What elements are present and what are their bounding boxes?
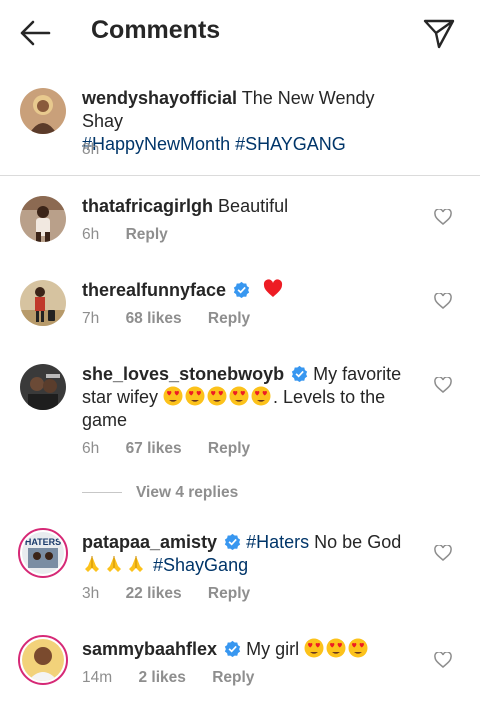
- heart-outline-icon: [434, 651, 452, 668]
- username[interactable]: patapaa_amisty: [82, 532, 217, 552]
- username[interactable]: sammybaahflex: [82, 639, 217, 659]
- like-button[interactable]: [434, 208, 452, 225]
- avatar[interactable]: [20, 196, 66, 242]
- post-caption: wendyshayofficial The New Wendy Shay #Ha…: [0, 80, 480, 175]
- heart-eyes-emoji-icon: [304, 638, 324, 658]
- comment-body-part: . Levels to the: [273, 387, 386, 407]
- heart-eyes-emoji-icon: [348, 638, 368, 658]
- comment-text: patapaa_amisty #Haters No be God #ShayGa…: [82, 531, 417, 577]
- avatar[interactable]: [20, 88, 66, 134]
- avatar-photo-icon: [20, 364, 66, 410]
- avatar[interactable]: [20, 280, 66, 326]
- header-bar: Comments: [0, 0, 480, 66]
- avatar[interactable]: HATERS: [18, 528, 68, 578]
- like-button[interactable]: [434, 292, 452, 309]
- verified-badge-icon: [224, 640, 241, 657]
- view-replies-button[interactable]: View 4 replies: [82, 484, 238, 504]
- like-button[interactable]: [434, 544, 452, 561]
- folded-hands-emoji-icon: [85, 556, 99, 572]
- heart-eyes-emoji-icon: [207, 386, 227, 406]
- paper-plane-icon: [423, 19, 455, 49]
- red-heart-icon: [263, 279, 283, 297]
- hashtag-link[interactable]: #ShayGang: [153, 555, 248, 575]
- heart-outline-icon: [434, 292, 452, 309]
- comment-body: Beautiful: [218, 196, 289, 216]
- comment-body-part: game: [82, 410, 128, 430]
- comment-meta: 3h 22 likes Reply: [82, 585, 272, 603]
- comment-meta: 14m 2 likes Reply: [82, 669, 276, 687]
- likes-count[interactable]: 68 likes: [126, 310, 182, 327]
- likes-count[interactable]: 22 likes: [126, 585, 182, 602]
- timestamp: 3h: [82, 585, 100, 602]
- avatar-logo-text: HATERS: [25, 537, 61, 547]
- avatar-photo-icon: HATERS: [22, 532, 64, 574]
- reply-button[interactable]: Reply: [126, 226, 168, 243]
- timestamp: 6h: [82, 226, 100, 243]
- username[interactable]: therealfunnyface: [82, 280, 226, 300]
- username[interactable]: thatafricagirlgh: [82, 196, 213, 216]
- verified-badge-icon: [233, 281, 250, 298]
- comment-text: thatafricagirlgh Beautiful: [82, 195, 417, 218]
- caption-meta: 8h: [82, 141, 121, 159]
- view-replies-label: View 4 replies: [136, 484, 239, 501]
- verified-badge-icon: [224, 533, 241, 550]
- arrow-left-icon: [20, 20, 51, 46]
- hashtag-link[interactable]: #Haters: [246, 532, 309, 552]
- divider: [82, 492, 122, 494]
- like-button[interactable]: [434, 376, 452, 393]
- comment-body: No be God: [314, 532, 402, 552]
- verified-badge-icon: [291, 365, 308, 382]
- username[interactable]: wendyshayofficial: [82, 88, 237, 108]
- page-title: Comments: [91, 16, 221, 44]
- timestamp: 6h: [82, 440, 100, 457]
- avatar-photo-icon: [20, 88, 66, 134]
- heart-outline-icon: [434, 376, 452, 393]
- comment-body: My girl: [246, 639, 300, 659]
- reply-button[interactable]: Reply: [212, 669, 254, 686]
- reply-button[interactable]: Reply: [208, 585, 250, 602]
- comment-text: sammybaahflex My girl: [82, 638, 417, 661]
- avatar-photo-icon: [22, 639, 64, 681]
- heart-eyes-emoji-icon: [251, 386, 271, 406]
- heart-eyes-emoji-icon: [185, 386, 205, 406]
- share-button[interactable]: [422, 16, 456, 50]
- heart-outline-icon: [434, 544, 452, 561]
- comment-meta: 6h Reply: [82, 226, 190, 244]
- timestamp: 8h: [82, 141, 100, 158]
- comment-text: therealfunnyface: [82, 279, 417, 302]
- timestamp: 14m: [82, 669, 113, 686]
- avatar-photo-icon: [20, 196, 66, 242]
- avatar[interactable]: [20, 364, 66, 410]
- comment-body-part: My favorite: [313, 364, 402, 384]
- likes-count[interactable]: 67 likes: [126, 440, 182, 457]
- avatar[interactable]: [18, 635, 68, 685]
- folded-hands-emoji-icon: [129, 556, 143, 572]
- heart-eyes-emoji-icon: [163, 386, 183, 406]
- caption-text: wendyshayofficial The New Wendy Shay #Ha…: [82, 87, 417, 156]
- heart-eyes-emoji-icon: [229, 386, 249, 406]
- comment-meta: 6h 67 likes Reply: [82, 440, 272, 458]
- folded-hands-emoji-icon: [107, 556, 121, 572]
- divider: [0, 175, 480, 176]
- caption-hashtags[interactable]: #HappyNewMonth #SHAYGANG: [82, 134, 346, 154]
- like-button[interactable]: [434, 651, 452, 668]
- reply-button[interactable]: Reply: [208, 310, 250, 327]
- comment-text: she_loves_stonebwoyb My favorite star wi…: [82, 363, 417, 432]
- comment-meta: 7h 68 likes Reply: [82, 310, 272, 328]
- reply-button[interactable]: Reply: [208, 440, 250, 457]
- back-button[interactable]: [18, 18, 52, 48]
- likes-count[interactable]: 2 likes: [138, 669, 185, 686]
- heart-eyes-emoji-icon: [326, 638, 346, 658]
- heart-outline-icon: [434, 208, 452, 225]
- avatar-photo-icon: [20, 280, 66, 326]
- username[interactable]: she_loves_stonebwoyb: [82, 364, 284, 384]
- timestamp: 7h: [82, 310, 100, 327]
- comment-body-part: star wifey: [82, 387, 159, 407]
